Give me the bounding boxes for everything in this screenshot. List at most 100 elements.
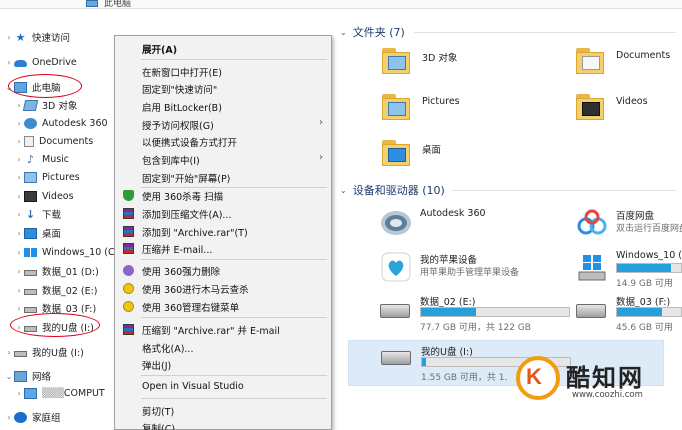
folder-pictures[interactable]: Pictures bbox=[380, 94, 520, 126]
chevron-down-icon[interactable]: ⌄ bbox=[4, 372, 14, 381]
navigation-pane: › ★ 快速访问 › OneDrive ⌄ 此电脑 › 3D 对象 › Auto… bbox=[0, 10, 122, 430]
drive-icon bbox=[380, 304, 410, 318]
chevron-right-icon[interactable]: › bbox=[14, 389, 24, 398]
360-delete-icon bbox=[123, 265, 134, 276]
drive-usage-bar bbox=[420, 307, 570, 317]
chevron-right-icon[interactable]: › bbox=[14, 137, 24, 146]
baidu-pan-icon bbox=[577, 209, 607, 235]
winrar-icon bbox=[123, 226, 134, 237]
chevron-right-icon[interactable]: › bbox=[14, 248, 24, 257]
chevron-right-icon[interactable]: › bbox=[14, 323, 24, 332]
chevron-down-icon[interactable]: ⌄ bbox=[340, 186, 347, 195]
winrar-icon bbox=[123, 243, 134, 254]
folder-icon bbox=[574, 94, 608, 122]
menu-item-360-scan[interactable]: 使用 360杀毒 扫描 bbox=[115, 187, 331, 204]
menu-item-360-delete[interactable]: 使用 360强力删除 bbox=[115, 262, 331, 279]
menu-separator bbox=[141, 398, 327, 399]
menu-item-cut[interactable]: 剪切(T) bbox=[115, 402, 331, 419]
drive-icon bbox=[24, 288, 37, 295]
context-menu: 展开(A) 在新窗口中打开(E) 固定到"快速访问" 启用 BitLocker(… bbox=[114, 35, 332, 430]
chevron-right-icon[interactable]: › bbox=[4, 33, 14, 42]
menu-item-compress-rar-email[interactable]: 压缩到 "Archive.rar" 并 E-mail bbox=[115, 321, 331, 338]
folder-desktop[interactable]: 桌面 bbox=[380, 140, 520, 172]
menu-separator bbox=[141, 317, 327, 318]
usb-drive-icon bbox=[24, 325, 37, 332]
chevron-right-icon[interactable]: › bbox=[4, 58, 14, 67]
menu-item-format[interactable]: 格式化(A)... bbox=[115, 339, 331, 356]
folder-documents[interactable]: Documents bbox=[574, 48, 682, 80]
chevron-down-icon[interactable]: ⌄ bbox=[4, 83, 14, 92]
menu-item-add-archive-rar[interactable]: 添加到 "Archive.rar"(T) bbox=[115, 223, 331, 240]
coozhi-logo-icon: K bbox=[516, 356, 560, 400]
menu-separator bbox=[141, 375, 327, 376]
menu-item-include-library[interactable]: 包含到库中(I) › bbox=[115, 151, 331, 168]
menu-item-grant-access[interactable]: 授予访问权限(G) › bbox=[115, 116, 331, 133]
chevron-right-icon[interactable]: › bbox=[14, 304, 24, 313]
menu-item-pin-quick-access[interactable]: 固定到"快速访问" bbox=[115, 80, 331, 97]
chevron-right-icon[interactable]: › bbox=[14, 229, 24, 238]
watermark: K 酷知网 www.coozhi.com bbox=[516, 352, 682, 430]
computer-icon bbox=[86, 0, 98, 7]
picture-icon bbox=[24, 171, 37, 183]
autodesk-icon bbox=[24, 117, 37, 129]
folder-icon bbox=[380, 94, 414, 122]
chevron-right-icon[interactable]: › bbox=[4, 348, 14, 357]
drive-f[interactable]: 数据_03 (F:) 45.6 GB 可用 bbox=[570, 294, 682, 336]
menu-item-bitlocker[interactable]: 启用 BitLocker(B) bbox=[115, 98, 331, 115]
cloud-icon bbox=[14, 60, 27, 67]
nav-item-onedrive[interactable]: › OneDrive bbox=[4, 53, 122, 71]
menu-item-eject[interactable]: 弹出(J) bbox=[115, 356, 331, 373]
computer-icon bbox=[24, 387, 37, 399]
nav-item-quick-access[interactable]: › ★ 快速访问 bbox=[4, 28, 122, 46]
chevron-right-icon[interactable]: › bbox=[14, 155, 24, 164]
usb-drive-icon bbox=[381, 351, 411, 365]
drive-e[interactable]: 数据_02 (E:) 77.7 GB 可用，共 122 GB bbox=[374, 294, 570, 336]
menu-item-open-portable[interactable]: 以便携式设备方式打开 bbox=[115, 133, 331, 150]
folders-group-header[interactable]: ⌄ 文件夹 (7) bbox=[340, 24, 405, 40]
chevron-right-icon[interactable]: › bbox=[14, 267, 24, 276]
chevron-right-icon[interactable]: › bbox=[14, 173, 24, 182]
drive-icon bbox=[24, 306, 37, 313]
group-divider bbox=[414, 32, 676, 33]
menu-item-compress-email[interactable]: 压缩并 E-mail... bbox=[115, 240, 331, 257]
cube-icon bbox=[22, 99, 39, 111]
folder-icon bbox=[574, 48, 608, 76]
chevron-down-icon[interactable]: ⌄ bbox=[340, 28, 347, 37]
chevron-right-icon[interactable]: › bbox=[14, 286, 24, 295]
nav-item-homegroup[interactable]: › 家庭组 bbox=[4, 408, 122, 426]
drive-usage-bar bbox=[616, 307, 682, 317]
menu-item-copy[interactable]: 复制(C) bbox=[115, 419, 331, 430]
desktop-icon bbox=[24, 227, 37, 239]
360-icon bbox=[123, 283, 134, 294]
menu-item-expand[interactable]: 展开(A) bbox=[115, 40, 331, 57]
menu-item-open-new-window[interactable]: 在新窗口中打开(E) bbox=[115, 63, 331, 80]
app-apple-device[interactable]: 我的苹果设备 用苹果助手管理苹果设备 bbox=[374, 250, 570, 288]
menu-item-360-manage[interactable]: 使用 360管理右键菜单 bbox=[115, 298, 331, 315]
nav-item-usb-drive-root[interactable]: › 我的U盘 (I:) bbox=[4, 343, 122, 361]
drive-c[interactable]: Windows_10 (C:) 14.9 GB 可用 bbox=[570, 250, 682, 290]
folder-videos[interactable]: Videos bbox=[574, 94, 682, 126]
chevron-right-icon[interactable]: › bbox=[4, 413, 14, 422]
folder-icon bbox=[380, 48, 414, 76]
folder-icon bbox=[380, 140, 414, 168]
chevron-right-icon: › bbox=[319, 152, 323, 163]
devices-group-header[interactable]: ⌄ 设备和驱动器 (10) bbox=[340, 182, 445, 198]
chevron-right-icon: › bbox=[319, 117, 323, 128]
video-icon bbox=[24, 190, 37, 202]
drive-usage-bar bbox=[616, 263, 682, 273]
menu-item-open-visual-studio[interactable]: Open in Visual Studio bbox=[115, 379, 331, 396]
menu-item-pin-start[interactable]: 固定到"开始"屏幕(P) bbox=[115, 169, 331, 186]
app-baidu-pan[interactable]: 百度网盘 双击运行百度网盘 bbox=[570, 206, 682, 244]
app-autodesk-360[interactable]: Autodesk 360 bbox=[374, 206, 574, 244]
menu-item-360-trojan[interactable]: 使用 360进行木马云查杀 bbox=[115, 280, 331, 297]
chevron-right-icon[interactable]: › bbox=[14, 119, 24, 128]
shield-icon bbox=[123, 190, 134, 201]
chevron-right-icon[interactable]: › bbox=[14, 210, 24, 219]
folder-3d-objects[interactable]: 3D 对象 bbox=[380, 48, 520, 80]
nav-item-network[interactable]: ⌄ 网络 bbox=[4, 367, 122, 385]
chevron-right-icon[interactable]: › bbox=[14, 192, 24, 201]
nav-item-this-pc[interactable]: ⌄ 此电脑 bbox=[4, 78, 122, 96]
apple-helper-icon bbox=[381, 252, 411, 282]
menu-item-add-archive[interactable]: 添加到压缩文件(A)... bbox=[115, 205, 331, 222]
usb-drive-icon bbox=[14, 350, 27, 357]
